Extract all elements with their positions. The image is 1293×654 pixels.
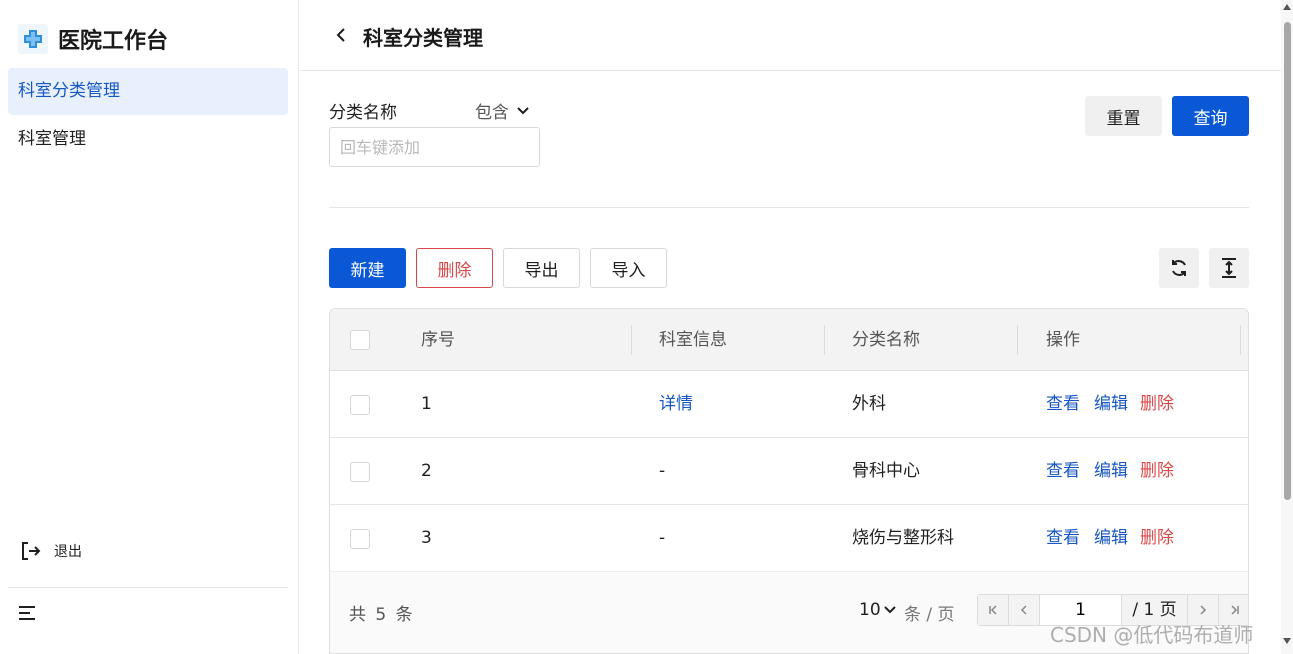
app-title: 医院工作台: [58, 29, 169, 54]
brand: 医院工作台: [18, 22, 168, 56]
row-info: -: [659, 528, 666, 548]
category-name-input[interactable]: [329, 127, 540, 167]
row-category: 烧伤与整形科: [852, 528, 954, 548]
column-separator: [631, 325, 632, 355]
edit-link[interactable]: 编辑: [1094, 438, 1128, 505]
delete-link[interactable]: 删除: [1140, 505, 1174, 572]
column-header-category: 分类名称: [852, 330, 920, 350]
logout-button[interactable]: 退出: [20, 540, 82, 562]
chevron-down-icon: [517, 106, 529, 114]
data-table: 序号 科室信息 分类名称 操作 1 详情 外科 查看 编辑 删除 2 - 骨科中…: [329, 308, 1249, 654]
delete-link[interactable]: 删除: [1140, 371, 1174, 438]
page-size-select[interactable]: 10: [859, 600, 896, 620]
view-link[interactable]: 查看: [1046, 371, 1080, 438]
scroll-up-arrow-icon[interactable]: [1283, 4, 1291, 10]
density-button[interactable]: [1209, 248, 1249, 288]
chevron-down-icon: [883, 606, 896, 614]
refresh-icon: [1172, 260, 1186, 276]
select-all-checkbox[interactable]: [350, 330, 370, 350]
filter-operator-value: 包含: [475, 103, 509, 123]
divider: [329, 207, 1249, 208]
row-checkbox[interactable]: [350, 462, 370, 482]
row-info: -: [659, 461, 666, 481]
row-checkbox[interactable]: [350, 529, 370, 549]
page-size-value: 10: [859, 600, 881, 620]
logout-icon: [22, 542, 41, 560]
last-page-icon: [1230, 605, 1239, 615]
column-header-info: 科室信息: [659, 330, 727, 350]
reset-button[interactable]: 重置: [1085, 96, 1162, 136]
first-page-button[interactable]: [978, 595, 1009, 625]
hospital-cross-icon: [18, 24, 48, 54]
page-size-unit: 条 / 页: [904, 605, 955, 625]
row-checkbox[interactable]: [350, 395, 370, 415]
row-category: 外科: [852, 394, 886, 414]
sidebar-item-department-category[interactable]: 科室分类管理: [8, 68, 288, 115]
logout-label: 退出: [54, 544, 82, 560]
vertical-scrollbar[interactable]: [1281, 0, 1293, 654]
table-row: 1 详情 外科 查看 编辑 删除: [330, 371, 1248, 438]
new-button[interactable]: 新建: [329, 248, 406, 288]
sidebar: 医院工作台 科室分类管理 科室管理 退出: [0, 0, 299, 654]
main-content: 科室分类管理 分类名称 包含 重置 查询 新建 删除 导出 导入 序号 科室信息: [300, 0, 1281, 654]
row-index: 3: [421, 528, 432, 548]
edit-link[interactable]: 编辑: [1094, 505, 1128, 572]
page-title: 科室分类管理: [363, 26, 483, 50]
edit-link[interactable]: 编辑: [1094, 371, 1128, 438]
table-row: 3 - 烧伤与整形科 查看 编辑 删除: [330, 505, 1248, 572]
view-link[interactable]: 查看: [1046, 505, 1080, 572]
menu-collapse-icon[interactable]: [18, 604, 38, 622]
scroll-down-arrow-icon[interactable]: [1283, 638, 1291, 644]
table-header: 序号 科室信息 分类名称 操作: [330, 309, 1248, 371]
query-button[interactable]: 查询: [1172, 96, 1249, 136]
row-index: 1: [421, 394, 432, 414]
watermark: CSDN @低代码布道师: [1050, 623, 1254, 647]
column-header-index: 序号: [421, 330, 455, 350]
column-separator: [1017, 325, 1018, 355]
detail-link[interactable]: 详情: [659, 371, 693, 438]
header: 科室分类管理: [300, 0, 1281, 71]
sidebar-item-label: 科室分类管理: [18, 81, 120, 101]
filter-field-label: 分类名称: [329, 103, 397, 123]
sidebar-item-department[interactable]: 科室管理: [8, 116, 288, 163]
divider: [8, 587, 288, 588]
delete-button[interactable]: 删除: [416, 248, 493, 288]
refresh-button[interactable]: [1159, 248, 1199, 288]
filter-operator-select[interactable]: 包含: [475, 98, 529, 123]
table-row: 2 - 骨科中心 查看 编辑 删除: [330, 438, 1248, 505]
sidebar-item-label: 科室管理: [18, 129, 86, 149]
export-button[interactable]: 导出: [503, 248, 580, 288]
column-header-actions: 操作: [1046, 330, 1080, 350]
view-link[interactable]: 查看: [1046, 438, 1080, 505]
column-separator: [1240, 325, 1241, 355]
row-index: 2: [421, 461, 432, 481]
column-separator: [824, 325, 825, 355]
total-count: 共 5 条: [349, 605, 415, 625]
row-category: 骨科中心: [852, 461, 920, 481]
chevron-right-icon: [1200, 605, 1207, 615]
back-arrow-icon[interactable]: [332, 24, 350, 46]
column-height-icon: [1222, 258, 1236, 278]
delete-link[interactable]: 删除: [1140, 438, 1174, 505]
chevron-left-icon: [1020, 605, 1027, 615]
import-button[interactable]: 导入: [590, 248, 667, 288]
first-page-icon: [989, 605, 997, 615]
scrollbar-thumb[interactable]: [1284, 22, 1291, 500]
prev-page-button[interactable]: [1009, 595, 1040, 625]
